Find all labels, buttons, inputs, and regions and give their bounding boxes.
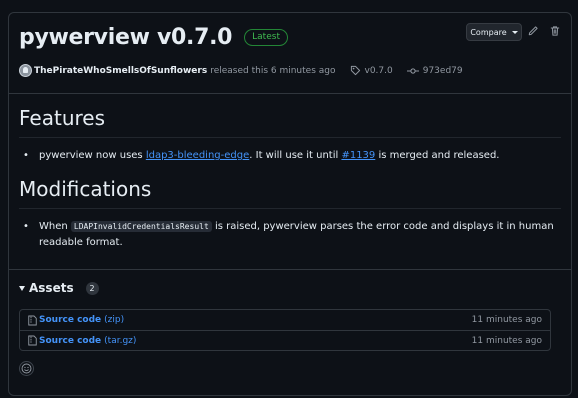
ldap3-link[interactable]: ldap3-bleeding-edge — [146, 150, 249, 161]
compare-button[interactable]: Compare — [466, 23, 522, 41]
release-card: pywerview v0.7.0 Latest Compare ThePirat… — [8, 12, 572, 396]
issue-link[interactable]: #1139 — [341, 150, 375, 161]
asset-row[interactable]: Source code (zip) 11 minutes ago — [20, 310, 550, 330]
divider — [9, 93, 571, 94]
inline-code: LDAPInvalidCredentialsResult — [70, 221, 212, 232]
smiley-icon — [21, 363, 32, 374]
caret-down-icon — [511, 30, 518, 34]
asset-type[interactable]: (zip) — [104, 315, 124, 325]
heading-rule — [19, 208, 561, 209]
released-text: released this 6 minutes ago — [210, 65, 336, 76]
file-zip-icon — [28, 315, 37, 325]
release-title[interactable]: pywerview v0.7.0 — [19, 25, 232, 50]
tag-link[interactable]: v0.7.0 — [365, 66, 393, 76]
list-item: • When LDAPInvalidCredentialsResult is r… — [23, 221, 554, 248]
release-header: pywerview v0.7.0 Latest — [19, 25, 288, 50]
commit-icon — [406, 67, 419, 74]
asset-row[interactable]: Source code (tar.gz) 11 minutes ago — [20, 330, 550, 350]
add-reaction-button[interactable] — [19, 361, 34, 376]
avatar[interactable] — [19, 64, 32, 77]
latest-badge: Latest — [244, 29, 288, 46]
assets-list: Source code (zip) 11 minutes ago Source … — [19, 309, 551, 351]
commit-link[interactable]: 973ed79 — [423, 66, 463, 76]
divider — [9, 269, 571, 270]
trash-icon[interactable] — [549, 25, 561, 37]
compare-label: Compare — [470, 27, 507, 37]
asset-time: 11 minutes ago — [471, 315, 542, 325]
assets-heading: Assets — [29, 281, 74, 295]
tag-icon — [350, 65, 360, 76]
features-heading: Features — [19, 106, 105, 130]
author-link[interactable]: ThePirateWhoSmellsOfSunflowers — [34, 66, 207, 76]
assets-toggle[interactable]: Assets 2 — [19, 281, 99, 295]
modifications-heading: Modifications — [19, 177, 152, 201]
file-zip-icon — [28, 335, 37, 346]
asset-name[interactable]: Source code — [39, 315, 101, 325]
triangle-down-icon — [19, 285, 25, 291]
heading-rule — [19, 137, 561, 138]
release-meta: ThePirateWhoSmellsOfSunflowers released … — [19, 64, 463, 77]
asset-type[interactable]: (tar.gz) — [104, 336, 136, 346]
assets-count: 2 — [85, 281, 99, 295]
pencil-icon[interactable] — [527, 25, 539, 37]
asset-name[interactable]: Source code — [39, 336, 101, 346]
list-item: • pywerview now uses ldap3-bleeding-edge… — [23, 150, 500, 161]
asset-time: 11 minutes ago — [471, 335, 542, 346]
